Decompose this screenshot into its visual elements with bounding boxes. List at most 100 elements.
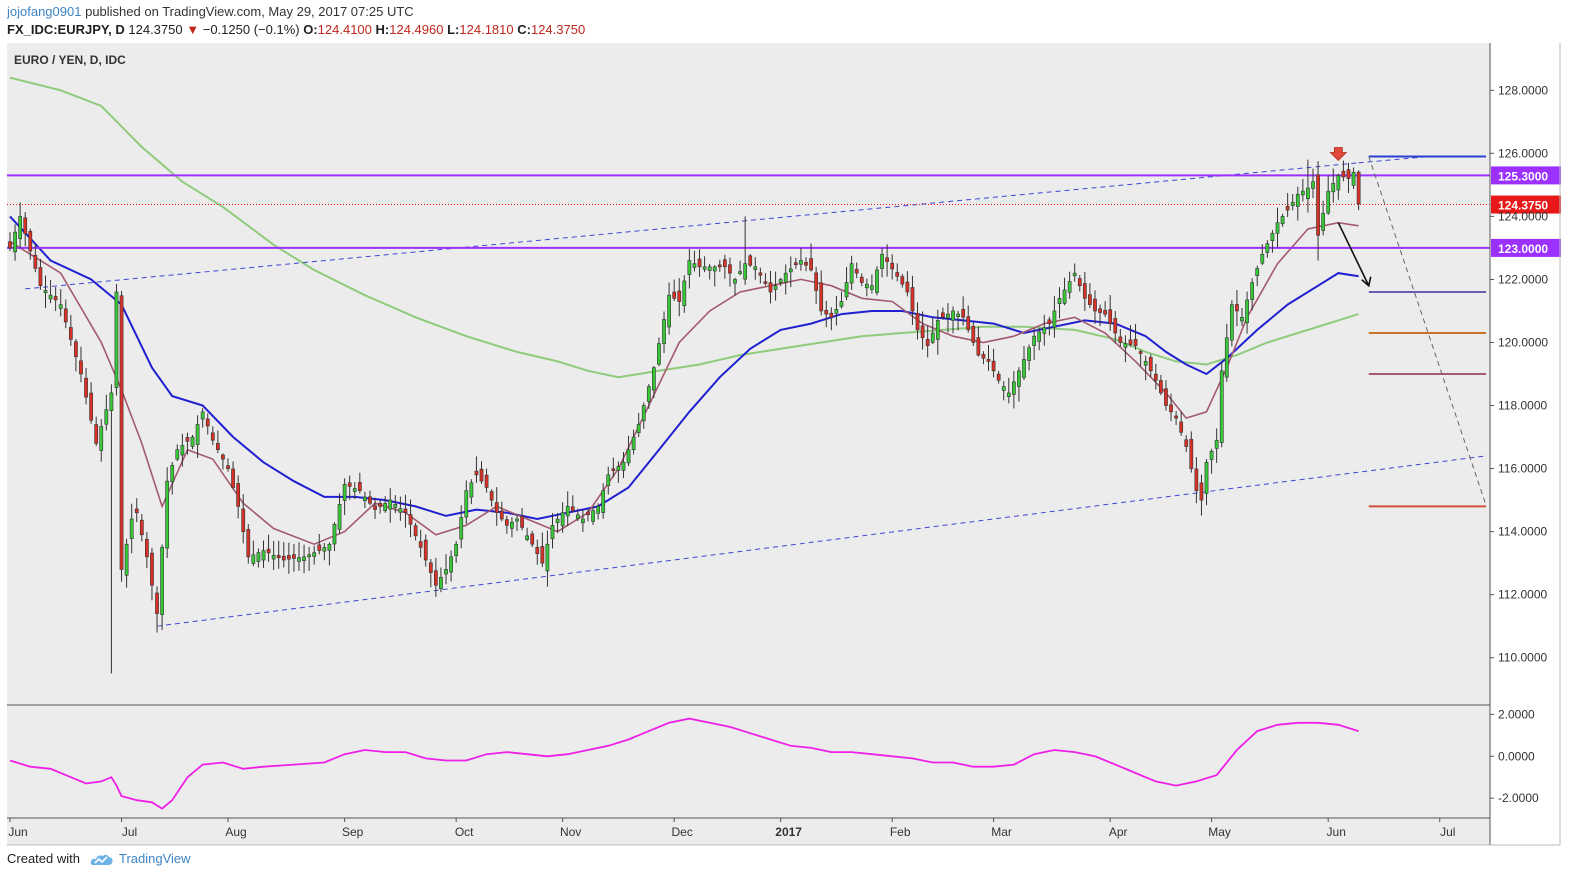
- candle-body: [1290, 201, 1295, 206]
- candle-body: [276, 554, 281, 558]
- time-tick-label: May: [1208, 825, 1231, 839]
- price-tick-label: 112.0000: [1498, 588, 1547, 602]
- candle-body: [768, 282, 773, 293]
- candle-body: [1159, 380, 1163, 394]
- candle-body: [515, 518, 519, 522]
- candle-body: [251, 554, 256, 564]
- candle-body: [119, 295, 124, 570]
- candle-body: [302, 556, 306, 561]
- candle-body: [1300, 190, 1305, 196]
- candle-body: [819, 282, 824, 312]
- candle-body: [565, 506, 570, 517]
- time-tick-label: Jul: [1440, 825, 1455, 839]
- candle-body: [134, 508, 139, 514]
- candle-body: [1133, 339, 1138, 346]
- candle-body: [1280, 216, 1285, 225]
- candle-body: [707, 266, 712, 271]
- candle-body: [935, 320, 940, 340]
- candle-body: [378, 502, 382, 507]
- candle-body: [530, 533, 535, 545]
- candle-body: [418, 541, 423, 548]
- price-tick-label: 120.0000: [1498, 335, 1548, 349]
- price-tick-label: 124.0000: [1498, 209, 1548, 223]
- candle-body: [575, 514, 580, 519]
- candle-body: [155, 592, 159, 614]
- candle-body: [682, 280, 687, 307]
- candle-body: [971, 325, 976, 343]
- candle-body: [474, 470, 479, 476]
- candle-body: [1346, 169, 1351, 179]
- candle-body: [1311, 181, 1315, 189]
- candle-body: [1088, 294, 1092, 305]
- candle-body: [347, 482, 352, 487]
- candle-body: [1316, 174, 1320, 236]
- candle-body: [1123, 343, 1128, 348]
- candle-body: [1214, 439, 1219, 449]
- candle-body: [788, 268, 793, 273]
- candle-body: [535, 546, 540, 554]
- tradingview-link[interactable]: TradingView: [119, 851, 191, 866]
- price-chart[interactable]: 125.3000123.0000124.3750 110.0000112.000…: [0, 0, 1589, 888]
- candle-body: [1062, 289, 1067, 304]
- price-tick-label: 118.0000: [1498, 399, 1547, 413]
- candle-body: [408, 514, 413, 525]
- candle-body: [1250, 282, 1255, 300]
- candle-body: [1103, 310, 1107, 315]
- candle-body: [307, 554, 312, 558]
- candle-body: [1164, 388, 1168, 406]
- candle-body: [839, 301, 844, 307]
- candle-body: [129, 518, 134, 539]
- candle-body: [170, 465, 175, 482]
- candle-body: [449, 556, 453, 573]
- candle-body: [1001, 386, 1006, 391]
- osc-tick-label: -2.0000: [1498, 791, 1539, 805]
- time-tick-label: Dec: [671, 825, 692, 839]
- candle-body: [53, 296, 58, 301]
- candle-body: [616, 466, 621, 471]
- time-tick-label: Aug: [225, 825, 246, 839]
- candle-body: [469, 482, 474, 498]
- candle-body: [652, 367, 656, 391]
- candle-body: [1341, 170, 1346, 178]
- candle-body: [1285, 205, 1290, 211]
- candle-body: [753, 266, 758, 270]
- candle-body: [738, 271, 742, 274]
- candle-body: [1265, 243, 1270, 253]
- candle-body: [875, 269, 879, 293]
- price-tick-label: 126.0000: [1498, 146, 1548, 160]
- candle-body: [1027, 347, 1031, 361]
- candle-body: [697, 258, 702, 268]
- candle-body: [48, 294, 53, 300]
- candle-body: [895, 272, 900, 277]
- candle-body: [712, 266, 717, 272]
- time-tick-label: Oct: [455, 825, 474, 839]
- candle-body: [1011, 381, 1016, 395]
- candle-body: [824, 310, 829, 315]
- candle-body: [256, 552, 261, 562]
- candle-body: [1093, 298, 1097, 312]
- candle-body: [479, 468, 484, 482]
- candle-body: [733, 279, 737, 284]
- candle-body: [631, 436, 636, 451]
- candle-body: [139, 519, 144, 536]
- candle-body: [337, 503, 342, 530]
- candle-body: [859, 276, 864, 283]
- candle-body: [428, 562, 433, 573]
- candle-body: [1128, 339, 1133, 345]
- candle-body: [13, 231, 17, 253]
- candle-body: [322, 547, 327, 552]
- time-tick-label: Mar: [991, 825, 1012, 839]
- candle-body: [368, 496, 372, 504]
- candle-body: [1118, 336, 1123, 343]
- candle-body: [160, 547, 164, 615]
- candle-body: [1326, 190, 1331, 214]
- candle-body: [525, 535, 530, 540]
- candle-body: [910, 287, 915, 312]
- candle-body: [190, 436, 195, 447]
- candle-body: [226, 465, 230, 469]
- candle-body: [1098, 308, 1102, 313]
- candle-body: [1189, 438, 1194, 469]
- candle-body: [28, 230, 33, 252]
- candle-body: [510, 521, 514, 529]
- candle-body: [1153, 373, 1158, 381]
